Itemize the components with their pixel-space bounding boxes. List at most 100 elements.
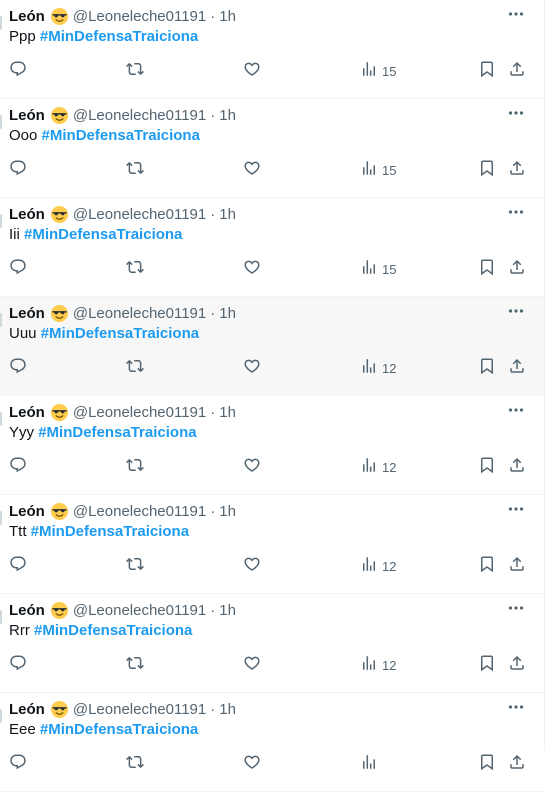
share-button[interactable] xyxy=(508,357,526,380)
retweet-button[interactable] xyxy=(126,555,144,578)
bookmark-button[interactable] xyxy=(478,654,496,677)
tweet[interactable]: León @Leoneleche01191 · 1h Ttt #MinDefen… xyxy=(0,495,544,594)
bookmark-button[interactable] xyxy=(478,456,496,479)
more-dots-icon[interactable] xyxy=(508,105,524,121)
retweet-button[interactable] xyxy=(126,357,144,380)
reply-button[interactable] xyxy=(9,753,27,776)
tweet-time[interactable]: 1h xyxy=(219,602,236,619)
tweet[interactable]: León @Leoneleche01191 · 1h Ooo #MinDefen… xyxy=(0,99,544,198)
tweet-time[interactable]: 1h xyxy=(219,305,236,322)
tweet-text: Rrr #MinDefensaTraiciona xyxy=(9,621,192,641)
separator-dot: · xyxy=(210,7,216,25)
views-button[interactable]: 12 xyxy=(360,456,396,479)
more-dots-icon[interactable] xyxy=(508,699,524,715)
retweet-button[interactable] xyxy=(126,159,144,182)
bookmark-button[interactable] xyxy=(478,258,496,281)
tweet-time[interactable]: 1h xyxy=(219,8,236,25)
reply-button[interactable] xyxy=(9,555,27,578)
like-button[interactable] xyxy=(243,357,261,380)
views-button[interactable]: 15 xyxy=(360,159,396,182)
share-button[interactable] xyxy=(508,555,526,578)
tweet[interactable]: León @Leoneleche01191 · 1h Iii #MinDefen… xyxy=(0,198,544,297)
tweet-time[interactable]: 1h xyxy=(219,701,236,718)
retweet-button[interactable] xyxy=(126,258,144,281)
reply-button[interactable] xyxy=(9,60,27,83)
bookmark-button[interactable] xyxy=(478,753,496,776)
author-handle[interactable]: @Leoneleche01191 xyxy=(73,206,206,223)
tweet-time[interactable]: 1h xyxy=(219,404,236,421)
views-button[interactable] xyxy=(360,753,382,776)
author-handle[interactable]: @Leoneleche01191 xyxy=(73,602,206,619)
retweet-button[interactable] xyxy=(126,753,144,776)
share-button[interactable] xyxy=(508,60,526,83)
tweet[interactable]: León @Leoneleche01191 · 1h Yyy #MinDefen… xyxy=(0,396,544,495)
author-name[interactable]: León xyxy=(9,404,45,421)
reply-button[interactable] xyxy=(9,456,27,479)
reply-button[interactable] xyxy=(9,357,27,380)
hashtag-link[interactable]: #MinDefensaTraiciona xyxy=(24,226,182,243)
reply-button[interactable] xyxy=(9,258,27,281)
tweet[interactable]: León @Leoneleche01191 · 1h Eee #MinDefen… xyxy=(0,693,544,792)
reply-button[interactable] xyxy=(9,159,27,182)
like-button[interactable] xyxy=(243,753,261,776)
author-name[interactable]: León xyxy=(9,8,45,25)
hashtag-link[interactable]: #MinDefensaTraiciona xyxy=(40,721,198,738)
views-button[interactable]: 12 xyxy=(360,654,396,677)
tweet-text-plain: Eee xyxy=(9,721,36,738)
tweet-time[interactable]: 1h xyxy=(219,206,236,223)
like-button[interactable] xyxy=(243,60,261,83)
more-dots-icon[interactable] xyxy=(508,6,524,22)
more-dots-icon[interactable] xyxy=(508,600,524,616)
bookmark-button[interactable] xyxy=(478,159,496,182)
author-name[interactable]: León xyxy=(9,206,45,223)
more-dots-icon[interactable] xyxy=(508,204,524,220)
author-handle[interactable]: @Leoneleche01191 xyxy=(73,404,206,421)
more-dots-icon[interactable] xyxy=(508,402,524,418)
bookmark-button[interactable] xyxy=(478,60,496,83)
hashtag-link[interactable]: #MinDefensaTraiciona xyxy=(40,28,198,45)
share-button[interactable] xyxy=(508,753,526,776)
author-handle[interactable]: @Leoneleche01191 xyxy=(73,503,206,520)
share-button[interactable] xyxy=(508,258,526,281)
bookmark-button[interactable] xyxy=(478,555,496,578)
hashtag-link[interactable]: #MinDefensaTraiciona xyxy=(41,325,199,342)
tweet-time[interactable]: 1h xyxy=(219,107,236,124)
author-handle[interactable]: @Leoneleche01191 xyxy=(73,305,206,322)
hashtag-link[interactable]: #MinDefensaTraiciona xyxy=(34,622,192,639)
share-button[interactable] xyxy=(508,456,526,479)
share-button[interactable] xyxy=(508,159,526,182)
retweet-button[interactable] xyxy=(126,60,144,83)
author-handle[interactable]: @Leoneleche01191 xyxy=(73,8,206,25)
author-name[interactable]: León xyxy=(9,107,45,124)
views-button[interactable]: 15 xyxy=(360,60,396,83)
hashtag-link[interactable]: #MinDefensaTraiciona xyxy=(31,523,189,540)
like-button[interactable] xyxy=(243,456,261,479)
like-button[interactable] xyxy=(243,159,261,182)
tweet[interactable]: León @Leoneleche01191 · 1h Ppp #MinDefen… xyxy=(0,0,544,99)
more-dots-icon[interactable] xyxy=(508,303,524,319)
heart-icon xyxy=(243,654,261,677)
author-handle[interactable]: @Leoneleche01191 xyxy=(73,107,206,124)
like-button[interactable] xyxy=(243,258,261,281)
hashtag-link[interactable]: #MinDefensaTraiciona xyxy=(38,424,196,441)
author-name[interactable]: León xyxy=(9,305,45,322)
more-dots-icon[interactable] xyxy=(508,501,524,517)
hashtag-link[interactable]: #MinDefensaTraiciona xyxy=(42,127,200,144)
views-button[interactable]: 12 xyxy=(360,357,396,380)
tweet[interactable]: León @Leoneleche01191 · 1h Rrr #MinDefen… xyxy=(0,594,544,693)
author-name[interactable]: León xyxy=(9,503,45,520)
author-handle[interactable]: @Leoneleche01191 xyxy=(73,701,206,718)
reply-button[interactable] xyxy=(9,654,27,677)
bookmark-button[interactable] xyxy=(478,357,496,380)
views-button[interactable]: 15 xyxy=(360,258,396,281)
retweet-button[interactable] xyxy=(126,654,144,677)
tweet[interactable]: León @Leoneleche01191 · 1h Uuu #MinDefen… xyxy=(0,297,544,396)
like-button[interactable] xyxy=(243,555,261,578)
author-name[interactable]: León xyxy=(9,602,45,619)
views-button[interactable]: 12 xyxy=(360,555,396,578)
tweet-time[interactable]: 1h xyxy=(219,503,236,520)
retweet-button[interactable] xyxy=(126,456,144,479)
author-name[interactable]: León xyxy=(9,701,45,718)
like-button[interactable] xyxy=(243,654,261,677)
share-button[interactable] xyxy=(508,654,526,677)
